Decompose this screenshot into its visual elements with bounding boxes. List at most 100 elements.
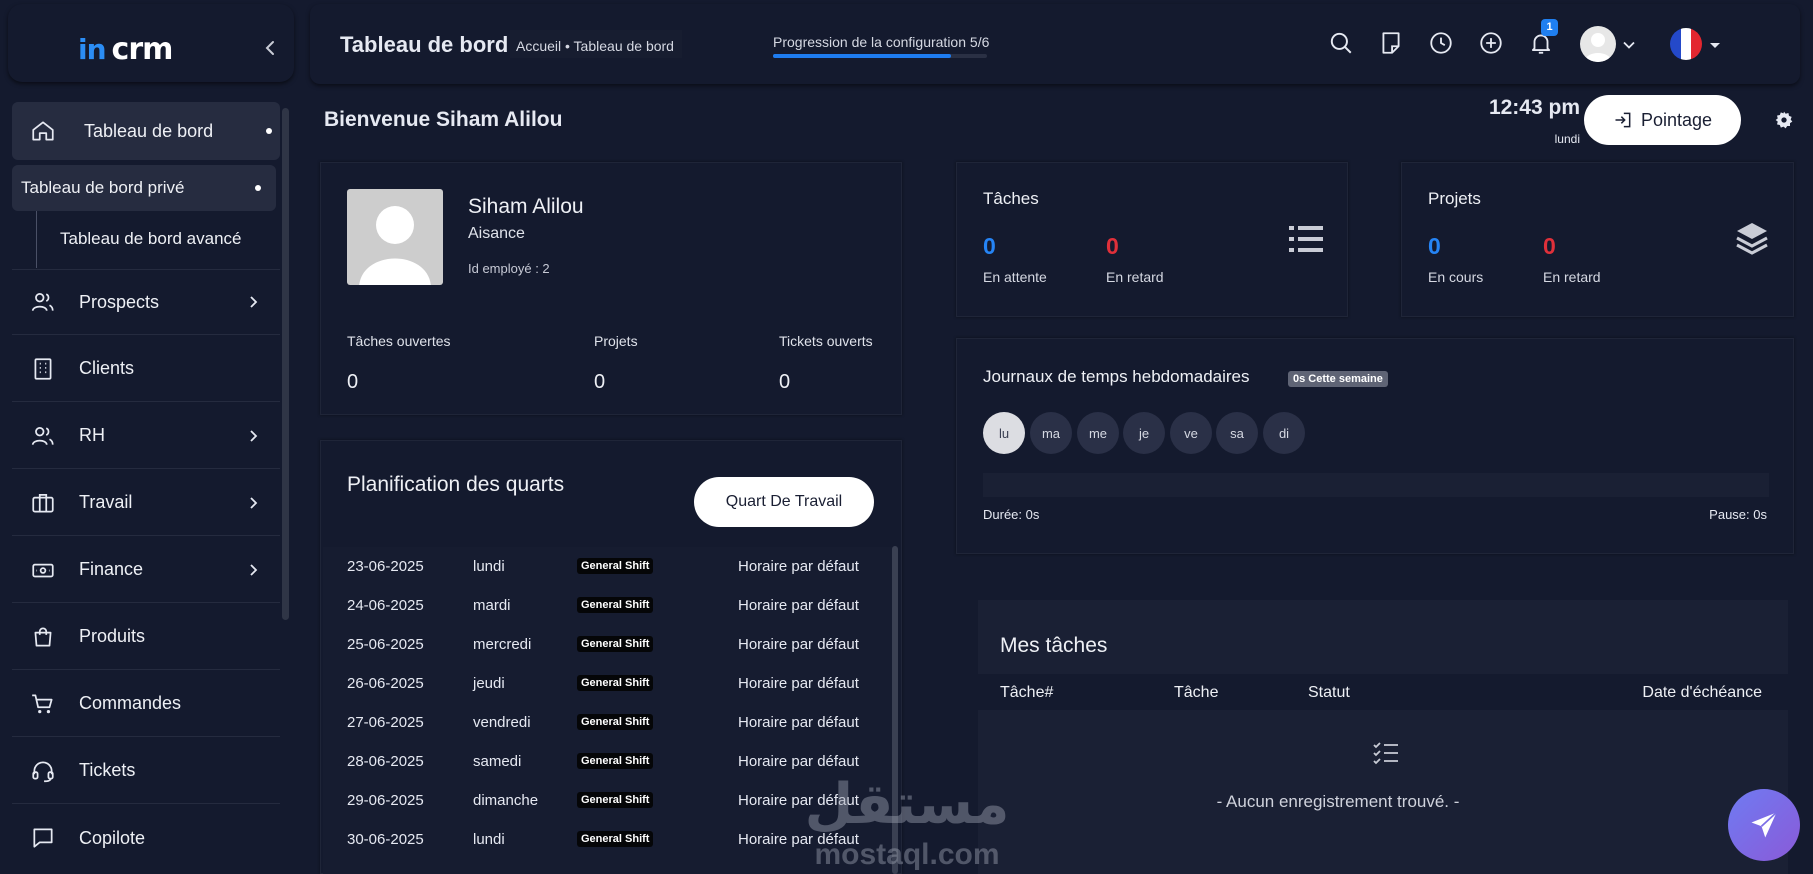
paper-plane-icon xyxy=(1749,810,1779,840)
add-circle-icon[interactable] xyxy=(1478,30,1504,56)
sidebar-item-clients[interactable]: Clients xyxy=(12,336,280,402)
sidebar-item-label: Tableau de bord xyxy=(84,120,214,141)
tasks-pending-value[interactable]: 0 xyxy=(983,233,996,260)
open-tasks-value[interactable]: 0 xyxy=(347,371,358,394)
shift-date: 24-06-2025 xyxy=(347,597,424,614)
shift-date: 27-06-2025 xyxy=(347,714,424,731)
day-pill-sa[interactable]: sa xyxy=(1216,412,1258,454)
clock-icon[interactable] xyxy=(1428,30,1454,56)
french-flag-icon[interactable] xyxy=(1670,28,1702,60)
shift-type-badge: General Shift xyxy=(577,597,654,613)
sidebar-item-dashboard[interactable]: Tableau de bord xyxy=(12,102,280,160)
sidebar-item-produits[interactable]: Produits xyxy=(12,604,280,670)
send-message-button[interactable] xyxy=(1728,789,1800,861)
chevron-right-icon xyxy=(246,563,260,577)
shift-row[interactable]: 29-06-2025 dimanche General Shift Horaire p… xyxy=(323,781,895,820)
projects-ongoing-value[interactable]: 0 xyxy=(1428,233,1441,260)
projects-stats-card: Projets 0 En cours 0 En retard xyxy=(1401,162,1794,317)
tasks-late-value[interactable]: 0 xyxy=(1106,233,1119,260)
setup-progress-fill xyxy=(773,54,952,58)
chevron-right-icon xyxy=(246,429,260,443)
sidebar-item-rh[interactable]: RH xyxy=(12,403,280,469)
list-icon xyxy=(1289,225,1323,253)
pointage-label: Pointage xyxy=(1640,109,1713,130)
shift-row[interactable]: 23-06-2025 lundi General Shift Horaire par … xyxy=(323,547,895,586)
chevron-down-icon[interactable] xyxy=(1622,38,1636,52)
shift-row[interactable]: 24-06-2025 mardi General Shift Horaire par … xyxy=(323,586,895,625)
shift-date: 29-06-2025 xyxy=(347,792,424,809)
shift-type-badge: General Shift xyxy=(577,753,654,769)
profile-company: Aisance xyxy=(468,225,525,242)
sidebar-subitem-private-dashboard[interactable]: Tableau de bord privé xyxy=(12,165,276,211)
profile-avatar[interactable] xyxy=(347,189,443,285)
shift-row[interactable]: 27-06-2025 vendredi General Shift Horaire p… xyxy=(323,703,895,742)
column-task[interactable]: Tâche xyxy=(1174,684,1218,702)
day-pill-di[interactable]: di xyxy=(1263,412,1305,454)
shift-date: 26-06-2025 xyxy=(347,675,424,692)
day-pill-ve[interactable]: ve xyxy=(1170,412,1212,454)
projects-late-value[interactable]: 0 xyxy=(1543,233,1556,260)
setup-progress-count: 5/6 xyxy=(969,34,990,50)
shift-day: mercredi xyxy=(473,636,532,653)
shift-schedule: Horaire par défaut xyxy=(738,831,859,848)
sidebar-item-prospects[interactable]: Prospects xyxy=(12,269,280,335)
shift-date: 25-06-2025 xyxy=(347,636,424,653)
shift-day: mardi xyxy=(473,597,511,614)
breadcrumb[interactable]: Accueil • Tableau de bord xyxy=(510,30,682,58)
gear-icon[interactable] xyxy=(1774,110,1794,130)
shift-type-badge: General Shift xyxy=(577,714,654,730)
projects-card-title: Projets xyxy=(1428,189,1481,208)
sidebar-item-label: Copilote xyxy=(79,827,146,848)
shift-type-badge: General Shift xyxy=(577,558,654,574)
sidebar-item-finance[interactable]: Finance xyxy=(12,537,280,603)
day-pill-ma[interactable]: ma xyxy=(1030,412,1072,454)
work-shift-button[interactable]: Quart De Travail xyxy=(694,477,874,527)
column-status[interactable]: Statut xyxy=(1308,684,1350,702)
profile-name[interactable]: Siham Alilou xyxy=(468,195,584,219)
sidebar-item-copilote[interactable]: Copilote xyxy=(12,805,280,871)
column-task-number[interactable]: Tâche# xyxy=(1000,684,1053,702)
sidebar-item-commandes[interactable]: Commandes xyxy=(12,671,280,737)
current-time: 12:43 pm xyxy=(1488,96,1580,119)
shift-row[interactable]: 25-06-2025 mercredi General Shift Horaire p… xyxy=(323,625,895,664)
sidebar-item-label: RH xyxy=(79,425,105,445)
day-pill-je[interactable]: je xyxy=(1123,412,1165,454)
shift-schedule: Horaire par défaut xyxy=(738,714,859,731)
caret-down-icon[interactable] xyxy=(1708,38,1722,52)
shift-schedule: Horaire par défaut xyxy=(738,675,859,692)
sticky-note-icon[interactable] xyxy=(1378,30,1404,56)
setup-progress-bar xyxy=(773,54,987,58)
setup-progress-label[interactable]: Progression de la configuration 5/6 xyxy=(773,34,989,50)
shift-list[interactable]: 23-06-2025 lundi General Shift Horaire par … xyxy=(323,547,895,874)
briefcase-icon xyxy=(30,490,56,516)
logo-card: in crm xyxy=(8,4,294,82)
shift-row[interactable]: 28-06-2025 samedi General Shift Horaire par… xyxy=(323,742,895,781)
user-avatar[interactable] xyxy=(1580,26,1616,62)
sidebar-item-tickets[interactable]: Tickets xyxy=(12,738,280,804)
shift-day: lundi xyxy=(473,558,505,575)
pointage-button[interactable]: Pointage xyxy=(1584,95,1741,145)
shift-schedule-card: Planification des quarts Quart De Travai… xyxy=(320,440,902,874)
timelog-progress-bar xyxy=(983,473,1769,497)
shift-list-scrollbar[interactable] xyxy=(892,546,898,874)
collapse-sidebar-icon[interactable] xyxy=(260,38,280,58)
chevron-right-icon xyxy=(246,295,260,309)
shift-day: vendredi xyxy=(473,714,531,731)
open-tickets-value[interactable]: 0 xyxy=(779,371,790,394)
day-pill-me[interactable]: me xyxy=(1077,412,1119,454)
day-pill-lu[interactable]: lu xyxy=(983,412,1025,454)
column-due-date[interactable]: Date d'échéance xyxy=(1642,684,1762,702)
shift-row[interactable]: 26-06-2025 jeudi General Shift Horaire par … xyxy=(323,664,895,703)
shift-schedule: Horaire par défaut xyxy=(738,597,859,614)
sidebar-subitem-advanced-dashboard[interactable]: Tableau de bord avancé xyxy=(12,216,276,262)
notification-badge: 1 xyxy=(1541,19,1558,36)
projects-value[interactable]: 0 xyxy=(594,371,605,394)
sidebar-scrollbar[interactable] xyxy=(282,108,289,620)
sidebar-item-label: Prospects xyxy=(79,291,160,312)
weekly-timelog-card: Journaux de temps hebdomadaires 0s Cette… xyxy=(956,338,1794,554)
shift-row[interactable]: 30-06-2025 lundi General Shift Horaire par … xyxy=(323,820,895,859)
app-logo[interactable]: in crm xyxy=(78,32,173,67)
sidebar-subitem-label: Tableau de bord privé xyxy=(21,178,185,197)
search-icon[interactable] xyxy=(1328,30,1354,56)
sidebar-item-travail[interactable]: Travail xyxy=(12,470,280,536)
